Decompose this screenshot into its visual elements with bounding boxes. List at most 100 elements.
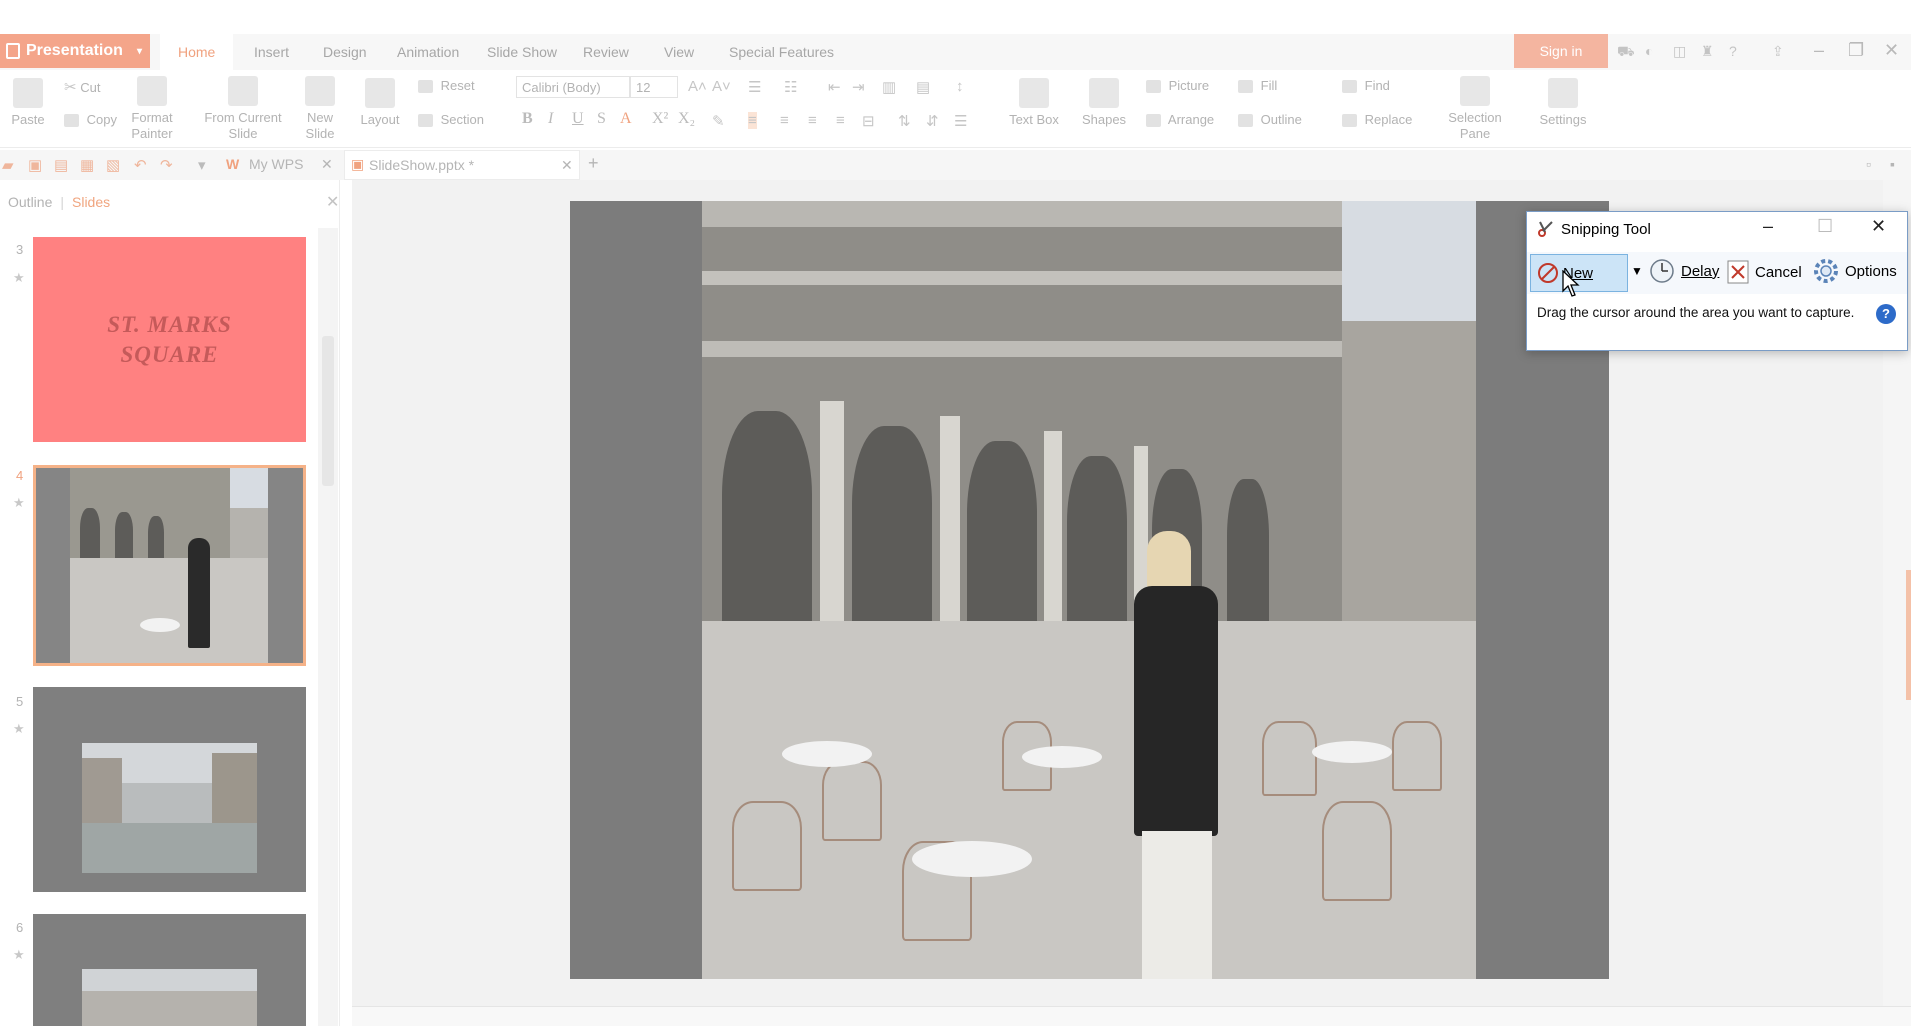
cart-icon[interactable]: ⛟: [1617, 43, 1635, 62]
print-icon[interactable]: ▦: [80, 156, 94, 174]
sign-in-button[interactable]: Sign in: [1514, 34, 1608, 68]
slide-thumbnail-5[interactable]: [33, 687, 306, 892]
tab-menu-icon[interactable]: ▪: [1890, 156, 1895, 172]
undo-icon[interactable]: ↶: [134, 156, 147, 174]
restore-icon[interactable]: ❐: [1848, 40, 1864, 61]
align-right-icon[interactable]: ≡: [808, 112, 817, 129]
tab-review[interactable]: Review: [583, 44, 629, 60]
skin-icon[interactable]: ◐: [1645, 43, 1653, 59]
italic-icon[interactable]: I: [548, 110, 553, 128]
selection-pane-button[interactable]: Selection Pane: [1442, 76, 1508, 142]
close-icon[interactable]: ✕: [1884, 40, 1899, 61]
paragraph-icon[interactable]: ☰: [954, 112, 967, 130]
scrollbar-thumb[interactable]: [322, 336, 334, 486]
help-icon[interactable]: ?: [1876, 304, 1896, 324]
close-panel-icon[interactable]: ✕: [326, 192, 339, 212]
align-center-icon[interactable]: ≡: [780, 112, 789, 129]
layout-button[interactable]: Layout: [352, 78, 408, 128]
font-size-select[interactable]: 12: [630, 76, 678, 98]
columns-icon[interactable]: ▥: [882, 78, 896, 96]
open-folder-icon[interactable]: ▰: [2, 156, 14, 174]
reset-button[interactable]: Reset: [418, 78, 475, 94]
tab-slides[interactable]: Slides: [72, 194, 110, 210]
clear-format-icon[interactable]: ✎: [712, 112, 725, 130]
section-button[interactable]: Section: [418, 112, 484, 128]
fill-button[interactable]: Fill: [1238, 78, 1277, 94]
distribute-icon[interactable]: ⊟: [862, 112, 875, 130]
upload-icon[interactable]: ⇪: [1772, 43, 1784, 60]
redo-icon[interactable]: ↷: [160, 156, 173, 174]
underline-icon[interactable]: U: [572, 110, 584, 128]
subscript-icon[interactable]: X₂: [678, 110, 695, 128]
tab-my-wps[interactable]: My WPS: [249, 156, 303, 172]
picture-button[interactable]: Picture: [1146, 78, 1209, 94]
cancel-button[interactable]: Cancel: [1727, 260, 1802, 284]
new-tab-icon[interactable]: +: [588, 153, 599, 174]
bullets-icon[interactable]: ☰: [748, 78, 761, 96]
customize-icon[interactable]: ▾: [198, 156, 206, 174]
save-icon[interactable]: ▣: [28, 156, 42, 174]
strikethrough-icon[interactable]: S: [597, 110, 606, 128]
tab-view[interactable]: View: [664, 44, 694, 60]
options-button[interactable]: Options: [1813, 258, 1897, 284]
shapes-button[interactable]: Shapes: [1076, 78, 1132, 128]
side-panel-tab[interactable]: [1906, 570, 1911, 700]
increase-indent-icon[interactable]: ⇥: [852, 78, 865, 96]
close-tab-icon[interactable]: ✕: [321, 156, 333, 173]
minimize-icon[interactable]: –: [1763, 216, 1773, 237]
tab-animation[interactable]: Animation: [397, 44, 459, 60]
bold-icon[interactable]: B: [522, 110, 533, 128]
font-name-select[interactable]: Calibri (Body): [516, 76, 630, 98]
current-slide[interactable]: [570, 201, 1609, 979]
tab-design[interactable]: Design: [323, 44, 367, 60]
copy-button[interactable]: Copy: [64, 112, 117, 128]
arrange-button[interactable]: Arrange: [1146, 112, 1214, 128]
close-icon[interactable]: ✕: [1871, 216, 1886, 237]
from-current-slide-button[interactable]: From Current Slide: [198, 76, 288, 142]
font-shrink-icon[interactable]: A˅: [712, 78, 731, 95]
paragraph-spacing-icon[interactable]: ⇅: [898, 112, 911, 130]
new-slide-button[interactable]: New Slide: [298, 76, 342, 142]
slides-scrollbar[interactable]: [318, 228, 338, 1026]
close-file-tab-icon[interactable]: ✕: [561, 157, 573, 174]
minimize-icon[interactable]: –: [1814, 40, 1824, 61]
indent-spacing-icon[interactable]: ⇵: [926, 112, 939, 130]
slide-thumbnail-6[interactable]: [33, 914, 306, 1026]
font-grow-icon[interactable]: A˄: [688, 78, 707, 95]
outline-button[interactable]: Outline: [1238, 112, 1302, 128]
notes-bar[interactable]: [352, 1006, 1911, 1026]
tab-slide-show[interactable]: Slide Show: [487, 44, 557, 60]
text-box-button[interactable]: Text Box: [1002, 78, 1066, 128]
tab-home[interactable]: Home: [160, 34, 234, 70]
tab-special-features[interactable]: Special Features: [729, 44, 834, 60]
line-spacing-icon[interactable]: ↕: [956, 78, 964, 95]
replace-button[interactable]: Replace: [1342, 112, 1412, 128]
export-pdf-icon[interactable]: ▤: [54, 156, 68, 174]
align-left-icon[interactable]: ≡: [748, 112, 757, 129]
tab-outline[interactable]: Outline: [8, 194, 52, 210]
numbering-icon[interactable]: ☷: [784, 78, 797, 96]
paste-button[interactable]: Paste: [6, 78, 50, 128]
font-color-icon[interactable]: A: [620, 110, 632, 128]
decrease-indent-icon[interactable]: ⇤: [828, 78, 841, 96]
tab-slideshow-file[interactable]: ▣ SlideShow.pptx * ✕: [344, 150, 580, 180]
superscript-icon[interactable]: X²: [652, 110, 668, 128]
window-mode-icon[interactable]: ▫: [1866, 156, 1871, 172]
delay-button[interactable]: Delay ▼: [1649, 258, 1736, 284]
settings-button[interactable]: Settings: [1530, 78, 1596, 128]
help-icon[interactable]: ?: [1729, 43, 1737, 59]
tab-insert[interactable]: Insert: [254, 44, 289, 60]
snip-mode-dropdown-icon[interactable]: ▼: [1631, 264, 1643, 278]
format-painter-button[interactable]: Format Painter: [124, 76, 180, 142]
cut-button[interactable]: ✂ Cut: [64, 78, 100, 96]
slide-thumbnail-4[interactable]: [33, 465, 306, 666]
shirt-icon[interactable]: ♜: [1701, 43, 1714, 60]
feedback-icon[interactable]: ◫: [1673, 43, 1686, 60]
replace-icon: [1342, 114, 1357, 128]
justify-icon[interactable]: ≡: [836, 112, 845, 129]
find-button[interactable]: Find: [1342, 78, 1390, 94]
slide-thumbnail-3[interactable]: ST. MARKS SQUARE: [33, 237, 306, 442]
app-menu-button[interactable]: Presentation ▾: [0, 34, 150, 68]
text-direction-icon[interactable]: ▤: [916, 78, 930, 96]
print-preview-icon[interactable]: ▧: [106, 156, 120, 174]
